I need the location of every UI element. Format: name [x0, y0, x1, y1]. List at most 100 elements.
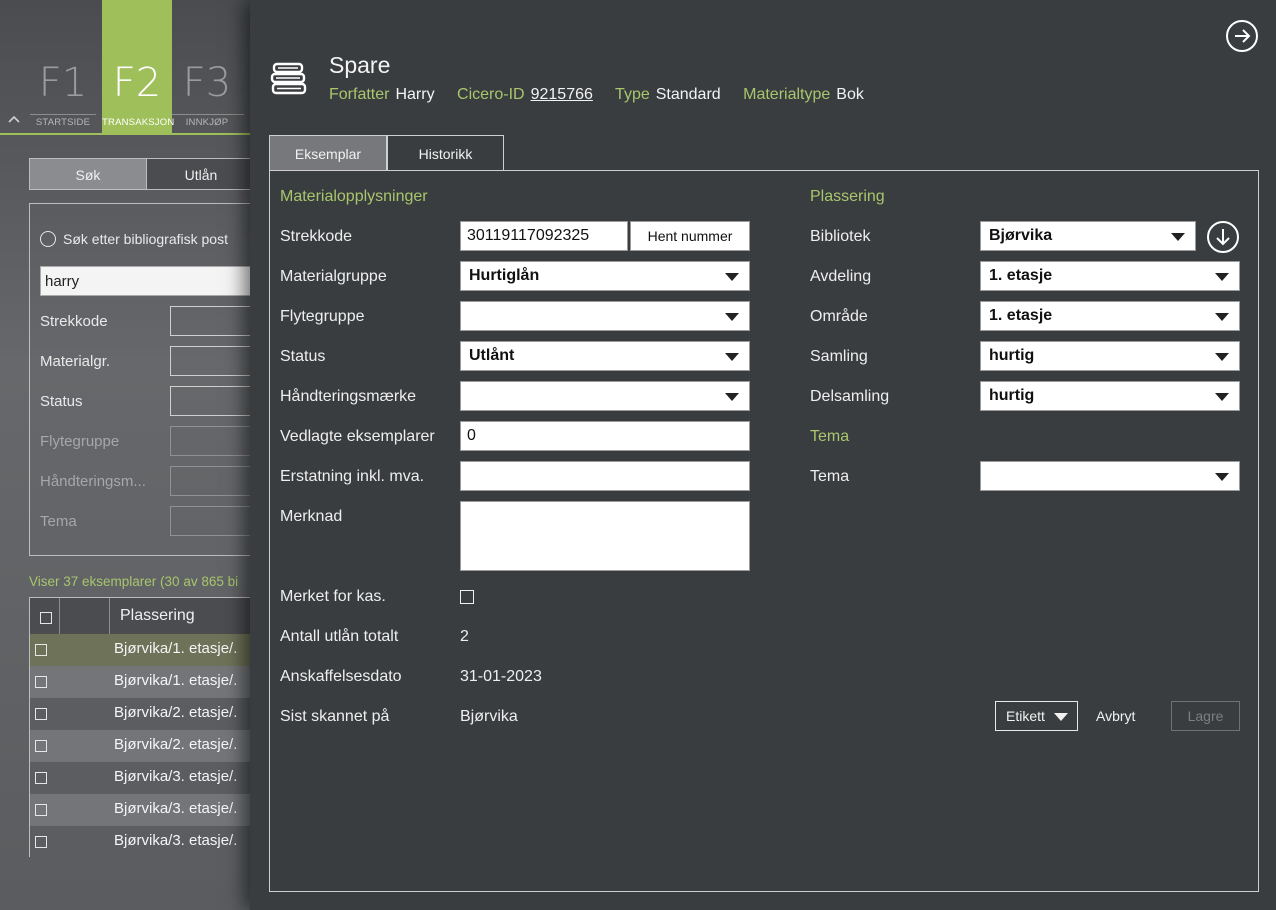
row-checkbox[interactable] [35, 644, 47, 656]
avbryt-button[interactable]: Avbryt [1096, 708, 1135, 724]
row-checkbox[interactable] [35, 836, 47, 848]
antall-utlan-value: 2 [460, 628, 469, 645]
section-materialopplysninger: Materialopplysninger [280, 188, 428, 205]
column-divider [109, 598, 110, 636]
vedlagte-input[interactable]: 0 [460, 421, 750, 451]
row-checkbox[interactable] [35, 772, 47, 784]
fkey-number: F3 [182, 60, 232, 106]
tema-select[interactable] [980, 461, 1240, 491]
table-row[interactable]: Bjørvika/3. etasje/. [30, 794, 250, 826]
search-input[interactable]: harry [40, 266, 250, 296]
omrade-label: Område [810, 308, 868, 325]
close-panel-button[interactable] [1226, 20, 1258, 52]
strekkode-input[interactable]: 30119117092325 [460, 221, 628, 251]
omrade-select[interactable]: 1. etasje [980, 301, 1240, 331]
materialtype-value: Bok [836, 86, 864, 103]
tab-utlan[interactable]: Utlån [146, 158, 250, 190]
delsamling-select[interactable]: hurtig [980, 381, 1240, 411]
row-checkbox[interactable] [35, 708, 47, 720]
arrow-down-circle-icon [1216, 229, 1230, 246]
merknad-label: Merknad [280, 508, 343, 525]
row-checkbox[interactable] [35, 676, 47, 688]
table-row[interactable]: Bjørvika/1. etasje/. [30, 666, 250, 698]
chevron-down-icon [1215, 313, 1229, 321]
row-plassering: Bjørvika/3. etasje/. [114, 800, 238, 817]
samling-value: hurtig [989, 347, 1035, 364]
fkey-innkjop[interactable]: F3 INNKJØP [172, 0, 242, 135]
erstatning-input[interactable] [460, 461, 750, 491]
chevron-down-icon [725, 393, 739, 401]
table-row[interactable]: Bjørvika/3. etasje/. [30, 826, 250, 858]
sist-skannet-value: Bjørvika [460, 708, 518, 725]
filter-label-flytegruppe: Flytegruppe [40, 433, 120, 450]
table-row[interactable]: Bjørvika/2. etasje/. [30, 698, 250, 730]
etikett-label: Etikett [1006, 708, 1045, 724]
type-label: Type [615, 86, 650, 103]
fkey-transaksjon[interactable]: F2 TRANSAKSJON [102, 0, 174, 135]
filter-input-handtering[interactable] [170, 466, 250, 496]
status-select[interactable]: Utlånt [460, 341, 750, 371]
lagre-button[interactable]: Lagre [1171, 701, 1240, 731]
row-plassering: Bjørvika/2. etasje/. [114, 704, 238, 721]
flytegruppe-select[interactable] [460, 301, 750, 331]
tab-sok[interactable]: Søk [29, 158, 147, 190]
tab-historikk[interactable]: Historikk [387, 135, 504, 171]
filter-input-status[interactable] [170, 386, 250, 416]
search-panel [29, 203, 250, 556]
row-checkbox[interactable] [35, 804, 47, 816]
cicero-label: Cicero-ID [457, 86, 525, 103]
fkey-startside[interactable]: F1 STARTSIDE [28, 0, 98, 135]
bibliotek-label: Bibliotek [810, 228, 871, 245]
row-checkbox[interactable] [35, 740, 47, 752]
cicero-id-link[interactable]: 9215766 [531, 86, 593, 103]
section-plassering: Plassering [810, 188, 885, 205]
anskaffelsesdato-label: Anskaffelsesdato [280, 668, 402, 685]
results-count: Viser 37 eksemplarer (30 av 865 bi [29, 574, 239, 589]
filter-input-flytegruppe[interactable] [170, 426, 250, 456]
fkey-label: INNKJØP [185, 117, 229, 128]
tema-label: Tema [810, 468, 850, 485]
materialgruppe-select[interactable]: Hurtiglån [460, 261, 750, 291]
fkey-number: F2 [112, 60, 162, 106]
samling-select[interactable]: hurtig [980, 341, 1240, 371]
bibliographic-search-radio[interactable] [40, 231, 56, 247]
table-row[interactable]: Bjørvika/1. etasje/. [30, 634, 250, 666]
handteringsmaerke-label: Håndteringsmærke [280, 388, 417, 405]
bibliotek-select[interactable]: Bjørvika [980, 221, 1196, 251]
materialgruppe-value: Hurtiglån [469, 267, 540, 284]
column-header-plassering[interactable]: Plassering [120, 607, 195, 625]
etikett-dropdown-button[interactable]: Etikett [995, 701, 1078, 731]
handteringsmaerke-select[interactable] [460, 381, 750, 411]
filter-input-tema[interactable] [170, 506, 250, 536]
select-all-checkbox[interactable] [40, 612, 52, 624]
book-stack-icon [270, 62, 308, 96]
row-plassering: Bjørvika/1. etasje/. [114, 672, 238, 689]
merknad-textarea[interactable] [460, 501, 750, 571]
table-row[interactable]: Bjørvika/2. etasje/. [30, 730, 250, 762]
forfatter-label: Forfatter [329, 86, 390, 103]
chevron-down-icon [725, 353, 739, 361]
filter-label-strekkode: Strekkode [40, 313, 108, 330]
sist-skannet-label: Sist skannet på [280, 708, 390, 725]
avdeling-select[interactable]: 1. etasje [980, 261, 1240, 291]
filter-label-status: Status [40, 393, 83, 410]
filter-input-strekkode[interactable] [170, 306, 250, 336]
filter-label-tema: Tema [40, 513, 77, 530]
kas-checkbox[interactable] [460, 590, 474, 604]
hent-nummer-button[interactable]: Hent nummer [630, 221, 750, 251]
omrade-value: 1. etasje [989, 307, 1053, 324]
table-row[interactable]: Bjørvika/3. etasje/. [30, 762, 250, 794]
filter-input-materialgr[interactable] [170, 346, 250, 376]
collapse-chevron-icon[interactable] [8, 114, 20, 127]
fkey-label: STARTSIDE [35, 117, 91, 128]
flytegruppe-label: Flytegruppe [280, 308, 365, 325]
chevron-down-icon [1215, 273, 1229, 281]
tab-eksemplar[interactable]: Eksemplar [269, 135, 387, 171]
kas-label: Merket for kas. [280, 588, 386, 605]
background-app: F1 STARTSIDE F2 TRANSAKSJON F3 INNKJØP S… [0, 0, 250, 910]
erstatning-label: Erstatning inkl. mva. [280, 468, 425, 485]
delsamling-label: Delsamling [810, 388, 890, 405]
chevron-down-icon [725, 313, 739, 321]
row-plassering: Bjørvika/2. etasje/. [114, 736, 238, 753]
fetch-placement-button[interactable] [1207, 221, 1239, 253]
